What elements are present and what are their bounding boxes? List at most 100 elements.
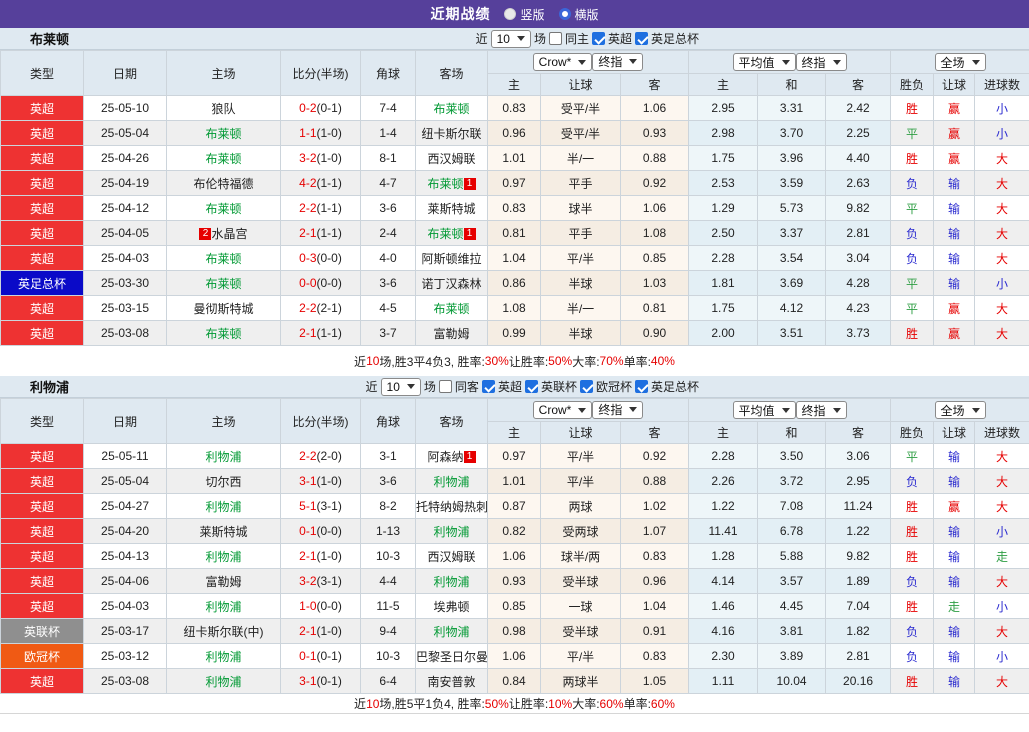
select-value: 10 <box>386 379 400 394</box>
team-text: 狼队 <box>211 101 236 116</box>
team-text: 西汉姆联 <box>427 549 476 564</box>
result-text: 输 <box>948 674 961 689</box>
home-team: 利物浦 <box>166 493 281 519</box>
half-time-score: (1-0) <box>316 126 342 140</box>
chevron-down-icon <box>629 59 638 65</box>
odds-home: 0.99 <box>487 320 541 346</box>
avg-home: 1.22 <box>688 493 759 519</box>
match-date: 25-04-26 <box>83 145 167 171</box>
same-venue-checkbox[interactable] <box>438 380 452 393</box>
full-time-score: 0-1 <box>299 649 317 663</box>
result-cell: 胜 <box>890 95 935 121</box>
summary-part: 10 <box>366 696 380 711</box>
goals-result-cell: 大 <box>974 295 1029 321</box>
select-value: 终指 <box>598 403 623 418</box>
page-title: 近期战绩 <box>430 6 491 22</box>
corner-score: 3-6 <box>360 195 416 221</box>
result-text: 大 <box>996 151 1009 166</box>
away-team: 纽卡斯尔联 <box>415 120 488 146</box>
match-row: 英联杯 25-03-17 纽卡斯尔联(中) 2-1(1-0) 9-4 利物浦 0.98 受半球… <box>0 618 1029 644</box>
average-stage-select[interactable]: 终指 <box>795 53 847 71</box>
scope-select[interactable]: 全场 <box>934 401 986 419</box>
chevron-down-icon <box>971 407 980 413</box>
league-filter-checkbox[interactable] <box>579 380 593 393</box>
full-time-score: 2-1 <box>299 326 317 340</box>
result-cell: 负 <box>890 170 935 196</box>
league-filter-label: 英联杯 <box>540 380 577 394</box>
league-filter-checkbox[interactable] <box>524 380 538 393</box>
average-stage-select[interactable]: 终指 <box>795 401 847 419</box>
league-filter-checkbox[interactable] <box>634 32 648 45</box>
goals-result-cell: 小 <box>974 593 1029 619</box>
match-date: 25-04-03 <box>83 593 167 619</box>
home-team: 纽卡斯尔联(中) <box>166 618 281 644</box>
layout-radio-vertical[interactable]: 竖版 <box>504 6 545 23</box>
team-text: 巴黎圣日尔曼 <box>416 649 488 664</box>
home-team: 利物浦 <box>166 593 281 619</box>
odds-home: 0.84 <box>487 668 541 694</box>
team-text: 埃弗顿 <box>433 599 470 614</box>
league-filter-checkbox[interactable] <box>634 380 648 393</box>
odds-company-select[interactable]: Crow* <box>532 401 593 420</box>
half-time-score: (1-1) <box>316 226 342 240</box>
team-text: 布莱顿 <box>205 126 242 141</box>
odds-away: 1.08 <box>619 220 690 246</box>
corner-score: 1-4 <box>360 120 416 146</box>
odds-home: 0.98 <box>487 618 541 644</box>
away-team: 利物浦 <box>415 568 488 594</box>
home-team: 布莱顿 <box>166 195 281 221</box>
home-team: 利物浦 <box>166 543 281 569</box>
recent-count-select[interactable]: 10 <box>490 29 531 48</box>
summary-part: 场,胜5平1负4, 胜率: <box>379 697 485 711</box>
team-text: 布莱顿 <box>205 326 242 341</box>
handicap-result-cell: 输 <box>933 568 976 594</box>
odds-handicap: 受两球 <box>540 518 621 544</box>
odds-away: 0.92 <box>619 170 690 196</box>
layout-radio-horizontal[interactable]: 横版 <box>558 6 599 23</box>
league-badge: 英超 <box>0 568 84 594</box>
goals-result-cell: 小 <box>974 270 1029 296</box>
column-header: 让球 <box>933 73 976 96</box>
away-team: 阿斯顿维拉 <box>415 245 488 271</box>
half-time-score: (3-1) <box>316 574 342 588</box>
result-text: 胜 <box>906 326 919 341</box>
average-source-select[interactable]: 平均值 <box>732 53 796 71</box>
handicap-result-cell: 赢 <box>933 95 976 121</box>
select-value: 平均值 <box>738 55 775 70</box>
odds-handicap: 平/半 <box>540 468 621 494</box>
odds-company-select[interactable]: Crow* <box>532 53 593 72</box>
odds-stage-select[interactable]: 终指 <box>592 52 644 71</box>
match-date: 25-04-06 <box>83 568 167 594</box>
column-header: 让球 <box>540 73 621 96</box>
recent-count-select[interactable]: 10 <box>380 377 421 396</box>
corner-score: 3-7 <box>360 320 416 346</box>
scope-select[interactable]: 全场 <box>934 53 986 71</box>
half-time-score: (0-0) <box>316 251 342 265</box>
column-header: 和 <box>757 73 827 96</box>
odds-home: 0.82 <box>487 518 541 544</box>
summary-part: 10 <box>366 354 380 368</box>
result-cell: 胜 <box>890 145 935 171</box>
match-score: 3-1(1-0) <box>280 468 361 494</box>
summary-part: 30% <box>484 354 509 368</box>
column-header: 主 <box>487 73 541 96</box>
handicap-result-cell: 输 <box>933 170 976 196</box>
column-header: 进球数 <box>974 73 1029 96</box>
result-cell: 胜 <box>890 593 935 619</box>
average-source-select[interactable]: 平均值 <box>732 401 796 419</box>
radio-label-vertical: 竖版 <box>520 7 545 22</box>
league-badge: 英超 <box>0 95 84 121</box>
handicap-result-cell: 赢 <box>933 295 976 321</box>
avg-draw: 3.51 <box>757 320 827 346</box>
match-date: 25-04-05 <box>83 220 167 246</box>
league-filter-checkbox[interactable] <box>591 32 605 45</box>
odds-away: 0.92 <box>619 443 690 469</box>
half-time-score: (0-0) <box>316 276 342 290</box>
league-filter-checkbox[interactable] <box>481 380 495 393</box>
header-select-group: 全场 <box>890 398 1029 422</box>
avg-away: 9.82 <box>825 543 892 569</box>
avg-home: 2.00 <box>688 320 759 346</box>
result-text: 小 <box>996 599 1009 614</box>
odds-stage-select[interactable]: 终指 <box>592 400 644 419</box>
same-venue-checkbox[interactable] <box>548 32 562 45</box>
